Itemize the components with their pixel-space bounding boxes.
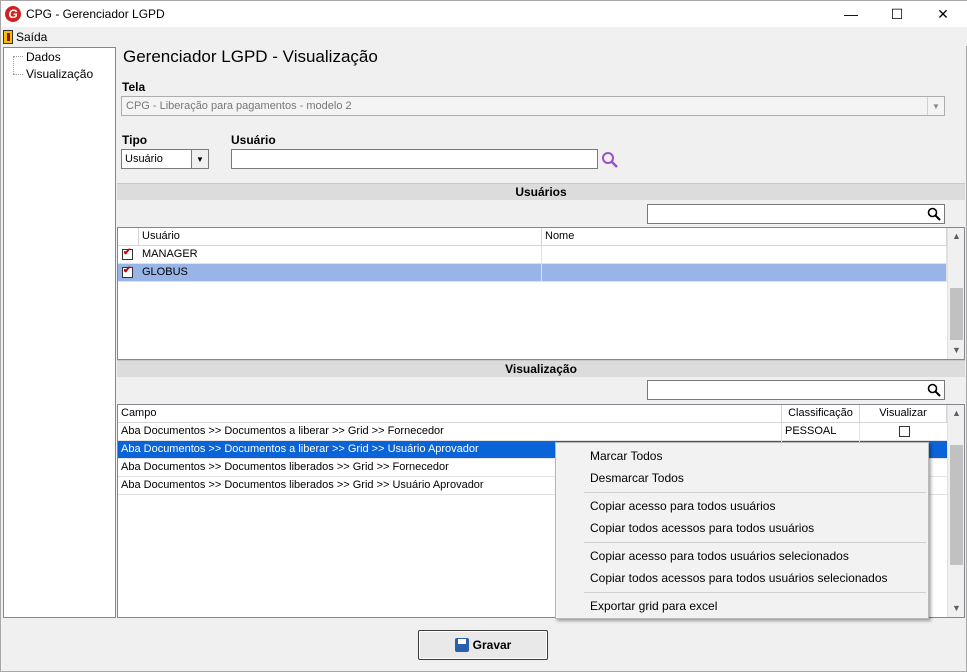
usuarios-search-input[interactable]	[647, 204, 945, 224]
menu-bar: Saída	[1, 27, 967, 46]
tipo-label: Tipo	[122, 133, 148, 147]
menu-exit-label: Saída	[16, 29, 48, 44]
menu-item-copiar-todos-acessos-todos[interactable]: Copiar todos acessos para todos usuários	[590, 521, 814, 535]
search-icon[interactable]	[927, 383, 941, 397]
app-logo-icon: G	[5, 6, 21, 22]
title-bar: G CPG - Gerenciador LGPD — ☐ ✕	[1, 1, 967, 27]
scroll-up-icon[interactable]: ▲	[948, 228, 964, 245]
tipo-select[interactable]: Usuário ▼	[121, 149, 209, 169]
menu-item-desmarcar-todos[interactable]: Desmarcar Todos	[590, 471, 684, 485]
save-button[interactable]: Gravar	[418, 630, 548, 660]
usuarios-section-header: Usuários	[117, 183, 965, 200]
column-header-campo[interactable]: Campo	[118, 405, 782, 423]
tela-value: CPG - Liberação para pagamentos - modelo…	[126, 100, 352, 112]
page-title: Gerenciador LGPD - Visualização	[123, 47, 378, 66]
scroll-thumb[interactable]	[950, 445, 963, 565]
tree-item-dados[interactable]: Dados	[14, 50, 61, 64]
scroll-up-icon[interactable]: ▲	[948, 405, 964, 422]
visualizacao-section-header: Visualização	[117, 360, 965, 377]
usuario-input[interactable]	[231, 149, 598, 169]
cell-usuario: GLOBUS	[139, 264, 542, 282]
maximize-button[interactable]: ☐	[874, 1, 920, 27]
table-row[interactable]: MANAGER	[118, 246, 947, 264]
app-window: G CPG - Gerenciador LGPD — ☐ ✕ Saída Dad…	[0, 0, 967, 672]
row-checkbox[interactable]	[122, 265, 133, 278]
navigation-tree: Dados Visualização	[3, 47, 116, 618]
table-row[interactable]: Aba Documentos >> Documentos a liberar >…	[118, 423, 947, 441]
menu-item-copiar-acesso-todos[interactable]: Copiar acesso para todos usuários	[590, 499, 775, 513]
visualizacao-grid-header: Campo Classificação Visualizar	[118, 405, 947, 423]
menu-separator	[584, 592, 926, 593]
cell-classificacao: PESSOAL	[782, 423, 860, 441]
scroll-down-icon[interactable]: ▼	[948, 342, 964, 359]
menu-item-marcar-todos[interactable]: Marcar Todos	[590, 449, 662, 463]
cell-nome	[542, 246, 947, 264]
column-header-nome[interactable]: Nome	[542, 228, 947, 246]
tela-combobox[interactable]: CPG - Liberação para pagamentos - modelo…	[121, 96, 945, 116]
usuarios-grid-header: Usuário Nome	[118, 228, 947, 246]
menu-separator	[584, 542, 926, 543]
close-button[interactable]: ✕	[920, 1, 966, 27]
save-button-label: Gravar	[472, 638, 512, 652]
cell-usuario: MANAGER	[139, 246, 542, 264]
visualizacao-search-input[interactable]	[647, 380, 945, 400]
chevron-down-icon: ▼	[191, 150, 208, 168]
cell-nome	[542, 264, 947, 282]
usuarios-grid-scrollbar[interactable]: ▲ ▼	[947, 228, 964, 359]
window-title: CPG - Gerenciador LGPD	[26, 7, 165, 21]
tela-label: Tela	[122, 80, 146, 94]
grid-context-menu: Marcar Todos Desmarcar Todos Copiar aces…	[555, 442, 929, 619]
menu-exit[interactable]: Saída	[3, 28, 47, 45]
chevron-down-icon: ▼	[927, 97, 944, 115]
menu-item-copiar-todos-acessos-selecionados[interactable]: Copiar todos acessos para todos usuários…	[590, 571, 888, 585]
row-checkbox[interactable]	[122, 247, 133, 260]
tipo-value: Usuário	[125, 153, 163, 165]
search-icon[interactable]	[927, 207, 941, 221]
usuario-label: Usuário	[231, 133, 276, 147]
tree-item-visualizacao[interactable]: Visualização	[14, 67, 93, 81]
checkbox-column-header	[118, 228, 139, 246]
cell-campo: Aba Documentos >> Documentos a liberar >…	[118, 423, 782, 441]
scroll-thumb[interactable]	[950, 288, 963, 340]
usuarios-grid: Usuário Nome MANAGER GLOBUS ▲ ▼	[117, 227, 965, 360]
menu-separator	[584, 492, 926, 493]
table-row[interactable]: GLOBUS	[118, 264, 947, 282]
visualizacao-grid-scrollbar[interactable]: ▲ ▼	[947, 405, 964, 617]
magnifier-lookup-icon[interactable]	[601, 151, 621, 169]
floppy-disk-icon	[454, 638, 469, 652]
scroll-down-icon[interactable]: ▼	[948, 600, 964, 617]
menu-item-exportar-excel[interactable]: Exportar grid para excel	[590, 599, 717, 613]
exit-door-icon	[3, 29, 13, 44]
minimize-button[interactable]: —	[828, 1, 874, 27]
column-header-classificacao[interactable]: Classificação	[782, 405, 860, 423]
column-header-visualizar[interactable]: Visualizar	[860, 405, 947, 423]
visualizar-checkbox[interactable]	[899, 426, 910, 437]
column-header-usuario[interactable]: Usuário	[139, 228, 542, 246]
menu-item-copiar-acesso-selecionados[interactable]: Copiar acesso para todos usuários seleci…	[590, 549, 849, 563]
